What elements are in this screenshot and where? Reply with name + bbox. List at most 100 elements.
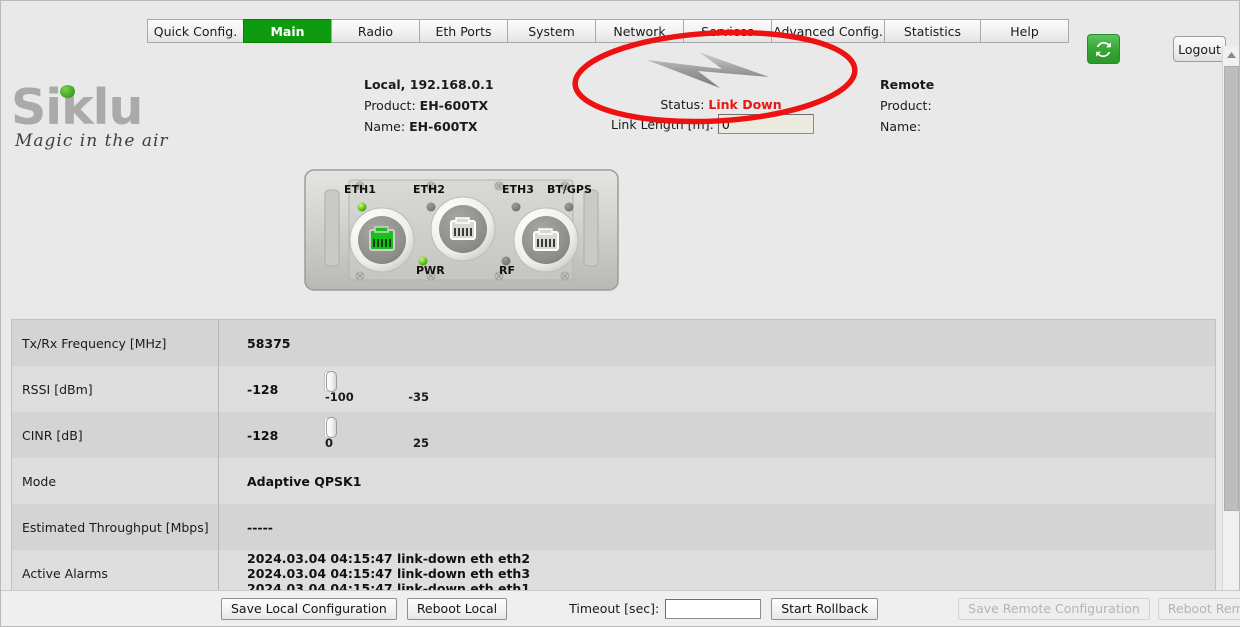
status-label: Status:	[660, 97, 705, 112]
start-rollback-label: Start Rollback	[781, 601, 869, 616]
indicator-label-rf: RF	[499, 264, 515, 277]
link-status-area: Status: Link Down Link Length [m]:	[591, 49, 851, 134]
save-local-configuration-button[interactable]: Save Local Configuration	[221, 597, 397, 620]
tab-label: Advanced Config.	[773, 23, 883, 39]
logout-button[interactable]: Logout	[1173, 36, 1226, 62]
row-value: Adaptive QPSK1	[247, 473, 362, 489]
device-front-panel: ETH1 ETH2 ETH3 BT/GPS PWR RF	[303, 166, 620, 296]
tab-label: Statistics	[903, 23, 962, 39]
link-length-label: Link Length [m]:	[611, 116, 714, 132]
top-navigation: Quick Config. Main Radio Eth Ports Syste…	[1, 19, 1240, 64]
gauge-handle[interactable]	[326, 417, 337, 438]
cinr-gauge: 0 25	[325, 417, 435, 450]
indicator-label-pwr: PWR	[416, 264, 445, 277]
tab-label: Help	[1010, 23, 1039, 39]
tab-statistics[interactable]: Statistics	[884, 19, 981, 43]
scrollbar-thumb[interactable]	[1224, 66, 1239, 511]
siklu-logo: Siklu Magic in the air	[11, 83, 181, 161]
status-badge: Link Down	[708, 97, 782, 112]
row-label: CINR [dB]	[12, 412, 219, 458]
link-status-line: Status: Link Down	[591, 97, 851, 112]
reboot-local-button[interactable]: Reboot Local	[406, 597, 508, 620]
row-value-group: -128 -100 -35	[219, 366, 1215, 412]
local-name-label: Name:	[364, 119, 406, 134]
link-length-input[interactable]	[717, 114, 814, 134]
row-value: -128	[247, 381, 279, 397]
logo-wordmark: Siklu	[11, 83, 181, 133]
tab-main[interactable]: Main	[243, 19, 332, 43]
gauge-min-label: 0	[325, 436, 334, 450]
remote-name: Name:	[880, 116, 934, 137]
local-product: Product: EH-600TX	[364, 95, 494, 116]
remote-product-label: Product:	[880, 98, 932, 113]
status-table: Tx/Rx Frequency [MHz] 58375 RSSI [dBm] -…	[11, 319, 1216, 596]
local-product-value: EH-600TX	[419, 98, 489, 113]
remote-device-info: Remote Product: Name:	[880, 74, 934, 137]
reboot-remote-button[interactable]: Reboot Remote	[1157, 597, 1240, 620]
logo-green-dot-icon	[60, 85, 75, 98]
tab-quick-config[interactable]: Quick Config.	[147, 19, 244, 43]
tab-radio[interactable]: Radio	[331, 19, 420, 43]
tab-strip: Quick Config. Main Radio Eth Ports Syste…	[147, 19, 1069, 43]
local-product-label: Product:	[364, 98, 416, 113]
gauge-scale: 0 25	[325, 436, 429, 450]
tab-label: Quick Config.	[153, 23, 238, 39]
table-row: Tx/Rx Frequency [MHz] 58375	[12, 320, 1215, 366]
table-row: RSSI [dBm] -128 -100 -35	[12, 366, 1215, 412]
row-label: Mode	[12, 458, 219, 504]
reboot-local-label: Reboot Local	[416, 601, 498, 616]
start-rollback-button[interactable]: Start Rollback	[771, 597, 879, 620]
remote-product: Product:	[880, 95, 934, 116]
save-remote-configuration-button[interactable]: Save Remote Configuration	[958, 597, 1150, 620]
link-length-row: Link Length [m]:	[611, 114, 814, 134]
gauge-bar	[325, 371, 337, 392]
tab-label: Main	[270, 23, 305, 39]
timeout-input[interactable]	[665, 598, 762, 619]
tab-label: Services	[701, 23, 754, 39]
gauge-min-label: -100	[325, 390, 354, 404]
timeout-label: Timeout [sec]:	[569, 601, 660, 616]
tab-eth-ports[interactable]: Eth Ports	[419, 19, 508, 43]
row-value: -128	[247, 427, 279, 443]
vertical-scrollbar[interactable]	[1222, 46, 1239, 591]
port-label-eth2: ETH2	[413, 183, 445, 196]
tab-label: System	[528, 23, 575, 39]
row-label: Tx/Rx Frequency [MHz]	[12, 320, 219, 366]
logout-label: Logout	[1178, 41, 1221, 57]
table-row: Estimated Throughput [Mbps] -----	[12, 504, 1215, 550]
alarm-item: 2024.03.04 04:15:47 link-down eth eth2	[247, 550, 531, 566]
row-value-group: -128 0 25	[219, 412, 1215, 458]
gauge-handle[interactable]	[326, 371, 337, 392]
chevron-up-icon	[1227, 51, 1236, 58]
logo-text: Siklu	[11, 79, 143, 136]
lightning-bolt-icon	[647, 52, 769, 88]
remote-title: Remote	[880, 77, 935, 92]
local-title: Local, 192.168.0.1	[364, 77, 494, 92]
row-label: RSSI [dBm]	[12, 366, 219, 412]
remote-name-label: Name:	[880, 119, 922, 134]
port-label-eth3: ETH3	[502, 183, 534, 196]
tab-label: Eth Ports	[435, 23, 492, 39]
save-remote-label: Save Remote Configuration	[968, 601, 1140, 616]
gauge-max-label: 25	[412, 436, 429, 450]
active-alarms-list: 2024.03.04 04:15:47 link-down eth eth2 2…	[247, 551, 530, 596]
tab-help[interactable]: Help	[980, 19, 1069, 43]
port-label-bt-gps: BT/GPS	[547, 183, 592, 196]
local-device-info: Local, 192.168.0.1 Product: EH-600TX Nam…	[364, 74, 494, 137]
gauge-scale: -100 -35	[325, 390, 429, 404]
tab-advanced-config[interactable]: Advanced Config.	[771, 19, 885, 43]
rssi-gauge: -100 -35	[325, 371, 435, 404]
save-local-label: Save Local Configuration	[231, 601, 387, 616]
reboot-remote-label: Reboot Remote	[1167, 601, 1240, 616]
tab-network[interactable]: Network	[595, 19, 684, 43]
tab-label: Radio	[357, 23, 394, 39]
table-row: Mode Adaptive QPSK1	[12, 458, 1215, 504]
scroll-up-button[interactable]	[1223, 46, 1240, 63]
tab-services[interactable]: Services	[683, 19, 772, 43]
refresh-button[interactable]	[1087, 34, 1120, 64]
table-row: CINR [dB] -128 0 25	[12, 412, 1215, 458]
local-name: Name: EH-600TX	[364, 116, 494, 137]
tab-system[interactable]: System	[507, 19, 596, 43]
tab-label: Network	[613, 23, 666, 39]
siklu-web-ui: Quick Config. Main Radio Eth Ports Syste…	[0, 0, 1240, 627]
